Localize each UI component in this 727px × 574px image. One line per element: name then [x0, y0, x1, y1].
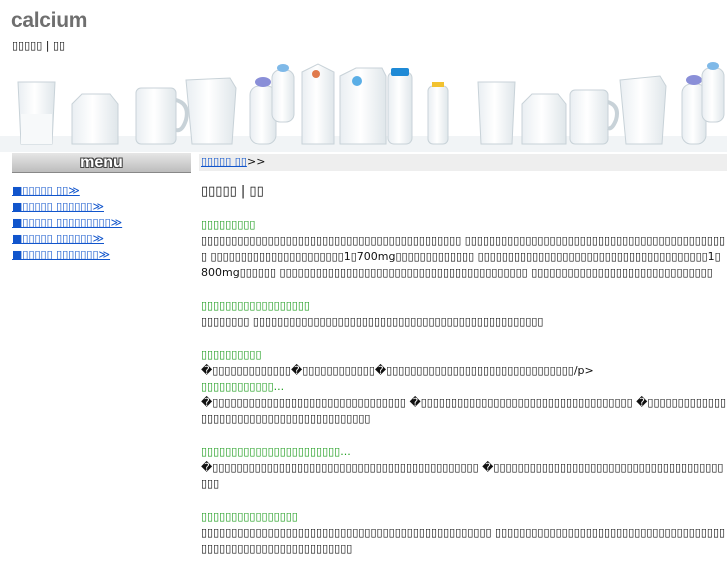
content-section: ▯▯▯▯▯▯▯▯▯▯▯▯▯▯▯▯ ▯▯▯▯▯▯▯▯▯▯▯▯▯▯▯▯▯▯▯▯▯▯▯… — [201, 509, 727, 557]
milk-containers-illustration — [0, 58, 727, 152]
menu-list-item: ■▯▯▯▯▯ ▯▯▯▯▯▯≫ — [12, 199, 122, 215]
site-subtitle: ▯▯▯▯▯ | ▯▯ — [12, 39, 66, 52]
section-body: ▯▯▯▯▯▯▯▯▯▯▯▯▯▯▯▯▯▯▯▯▯▯▯▯▯▯▯▯▯▯▯▯▯▯▯▯▯▯▯▯… — [201, 526, 726, 555]
menu-list-item: ■▯▯▯▯▯ ▯▯▯▯▯▯▯≫ — [12, 247, 122, 263]
menu-link-2[interactable]: ■▯▯▯▯▯ ▯▯▯▯▯▯≫ — [12, 200, 104, 213]
content-section: ▯▯▯▯▯▯▯▯▯▯▯▯▯▯▯▯▯▯▯▯▯▯▯... �▯▯▯▯▯▯▯▯▯▯▯▯… — [201, 444, 727, 492]
section-heading: ▯▯▯▯▯▯▯▯▯ — [201, 218, 256, 231]
content-section: ▯▯▯▯▯▯▯▯▯▯ �▯▯▯▯▯▯▯▯▯▯▯▯▯�▯▯▯▯▯▯▯▯▯▯▯▯�▯… — [201, 347, 727, 379]
content-section: ▯▯▯▯▯▯▯▯▯ ▯▯▯▯▯▯▯▯▯▯▯▯▯▯▯▯▯▯▯▯▯▯▯▯▯▯▯▯▯▯… — [201, 217, 727, 281]
section-heading: ▯▯▯▯▯▯▯▯▯▯▯▯▯▯▯▯▯▯▯▯▯▯▯... — [201, 445, 351, 458]
page-title: ▯▯▯▯▯ | ▯▯ — [201, 184, 264, 199]
section-heading: ▯▯▯▯▯▯▯▯▯▯▯▯▯▯▯▯▯▯ — [201, 299, 310, 312]
section-body: �▯▯▯▯▯▯▯▯▯▯▯▯▯▯▯▯▯▯▯▯▯▯▯▯▯▯▯▯▯▯▯▯▯▯▯▯▯▯▯… — [201, 461, 724, 490]
section-body: ▯▯▯▯▯▯▯▯▯▯▯▯▯▯▯▯▯▯▯▯▯▯▯▯▯▯▯▯▯▯▯▯▯▯▯▯▯▯▯▯… — [201, 234, 726, 279]
content-section: ▯▯▯▯▯▯▯▯▯▯▯▯▯▯▯▯▯▯ ▯▯▯▯▯▯▯▯ ▯▯▯▯▯▯▯▯▯▯▯▯… — [201, 298, 727, 330]
menu-link-4[interactable]: ■▯▯▯▯▯ ▯▯▯▯▯▯≫ — [12, 232, 104, 245]
menu-list-item: ■▯▯▯▯▯ ▯▯≫ — [12, 183, 122, 199]
menu-link-5[interactable]: ■▯▯▯▯▯ ▯▯▯▯▯▯▯≫ — [12, 248, 110, 261]
section-heading: ▯▯▯▯▯▯▯▯▯▯ — [201, 348, 262, 361]
menu-header: menu — [12, 153, 191, 173]
section-body: �▯▯▯▯▯▯▯▯▯▯▯▯▯▯▯▯▯▯▯▯▯▯▯▯▯▯▯▯▯▯▯▯ �▯▯▯▯▯… — [201, 396, 727, 425]
site-logo: calcium — [11, 9, 88, 32]
section-body: �▯▯▯▯▯▯▯▯▯▯▯▯▯�▯▯▯▯▯▯▯▯▯▯▯▯�▯▯▯▯▯▯▯▯▯▯▯▯… — [201, 364, 594, 377]
content-section: ▯▯▯▯▯▯▯▯▯▯▯▯... �▯▯▯▯▯▯▯▯▯▯▯▯▯▯▯▯▯▯▯▯▯▯▯… — [201, 379, 727, 427]
menu-link-1[interactable]: ■▯▯▯▯▯ ▯▯≫ — [12, 184, 80, 197]
breadcrumb-separator: >> — [247, 155, 266, 168]
breadcrumb-home-link[interactable]: ▯▯▯▯▯ ▯▯ — [201, 155, 247, 168]
section-heading: ▯▯▯▯▯▯▯▯▯▯▯▯... — [201, 380, 285, 393]
main-content: ▯▯▯▯▯ | ▯▯ ▯▯▯▯▯▯▯▯▯ ▯▯▯▯▯▯▯▯▯▯▯▯▯▯▯▯▯▯▯… — [201, 184, 727, 574]
breadcrumb: ▯▯▯▯▯ ▯▯ >> — [199, 154, 727, 171]
sidebar-menu: ■▯▯▯▯▯ ▯▯≫ ■▯▯▯▯▯ ▯▯▯▯▯▯≫ ■▯▯▯▯▯ ▯▯▯▯▯▯▯… — [12, 183, 122, 263]
header-banner-image — [0, 58, 727, 152]
section-body: ▯▯▯▯▯▯▯▯ ▯▯▯▯▯▯▯▯▯▯▯▯▯▯▯▯▯▯▯▯▯▯▯▯▯▯▯▯▯▯▯… — [201, 315, 544, 328]
section-heading: ▯▯▯▯▯▯▯▯▯▯▯▯▯▯▯▯ — [201, 510, 298, 523]
menu-list-item: ■▯▯▯▯▯ ▯▯▯▯▯▯≫ — [12, 231, 122, 247]
menu-link-3[interactable]: ■▯▯▯▯▯ ▯▯▯▯▯▯▯▯▯≫ — [12, 216, 122, 229]
menu-title: menu — [80, 154, 123, 171]
menu-list-item: ■▯▯▯▯▯ ▯▯▯▯▯▯▯▯▯≫ — [12, 215, 122, 231]
